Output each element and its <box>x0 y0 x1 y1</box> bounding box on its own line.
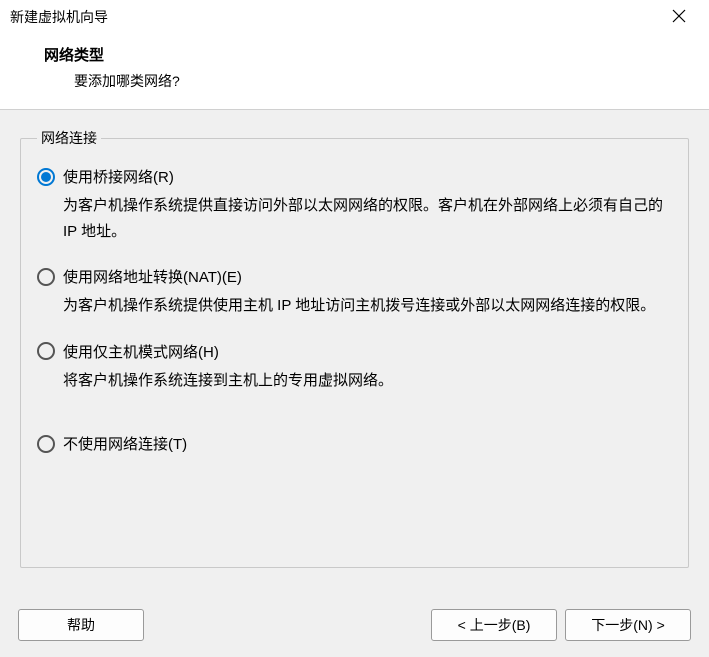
radio-nat[interactable]: 使用网络地址转换(NAT)(E) <box>37 266 672 287</box>
option-nat: 使用网络地址转换(NAT)(E) 为客户机操作系统提供使用主机 IP 地址访问主… <box>37 266 672 319</box>
close-icon[interactable] <box>659 7 699 28</box>
help-button[interactable]: 帮助 <box>18 609 144 641</box>
option-bridged: 使用桥接网络(R) 为客户机操作系统提供直接访问外部以太网网络的权限。客户机在外… <box>37 166 672 244</box>
radio-icon <box>37 268 55 286</box>
wizard-header: 网络类型 要添加哪类网络? <box>0 34 709 110</box>
option-desc: 将客户机操作系统连接到主机上的专用虚拟网络。 <box>63 368 672 394</box>
next-button[interactable]: 下一步(N) > <box>565 609 691 641</box>
group-legend: 网络连接 <box>37 128 101 148</box>
radio-icon <box>37 342 55 360</box>
radio-hostonly[interactable]: 使用仅主机模式网络(H) <box>37 341 672 362</box>
option-label: 使用网络地址转换(NAT)(E) <box>63 266 242 287</box>
wizard-footer: 帮助 < 上一步(B) 下一步(N) > <box>0 599 709 657</box>
radio-icon <box>37 435 55 453</box>
radio-none[interactable]: 不使用网络连接(T) <box>37 433 672 454</box>
option-label: 使用桥接网络(R) <box>63 166 174 187</box>
back-button[interactable]: < 上一步(B) <box>431 609 557 641</box>
radio-icon <box>37 168 55 186</box>
window-title: 新建虚拟机向导 <box>10 7 659 27</box>
option-desc: 为客户机操作系统提供直接访问外部以太网网络的权限。客户机在外部网络上必须有自己的… <box>63 193 672 244</box>
radio-bridged[interactable]: 使用桥接网络(R) <box>37 166 672 187</box>
option-desc: 为客户机操作系统提供使用主机 IP 地址访问主机拨号连接或外部以太网网络连接的权… <box>63 293 672 319</box>
option-label: 不使用网络连接(T) <box>63 433 187 454</box>
wizard-body: 网络连接 使用桥接网络(R) 为客户机操作系统提供直接访问外部以太网网络的权限。… <box>0 110 709 599</box>
page-title: 网络类型 <box>44 44 689 65</box>
option-none: 不使用网络连接(T) <box>37 433 672 454</box>
page-subtitle: 要添加哪类网络? <box>74 71 689 91</box>
option-label: 使用仅主机模式网络(H) <box>63 341 219 362</box>
option-hostonly: 使用仅主机模式网络(H) 将客户机操作系统连接到主机上的专用虚拟网络。 <box>37 341 672 394</box>
titlebar: 新建虚拟机向导 <box>0 0 709 34</box>
wizard-window: 新建虚拟机向导 网络类型 要添加哪类网络? 网络连接 使用桥接网络(R) 为客户… <box>0 0 709 657</box>
network-connection-group: 网络连接 使用桥接网络(R) 为客户机操作系统提供直接访问外部以太网网络的权限。… <box>20 128 689 568</box>
